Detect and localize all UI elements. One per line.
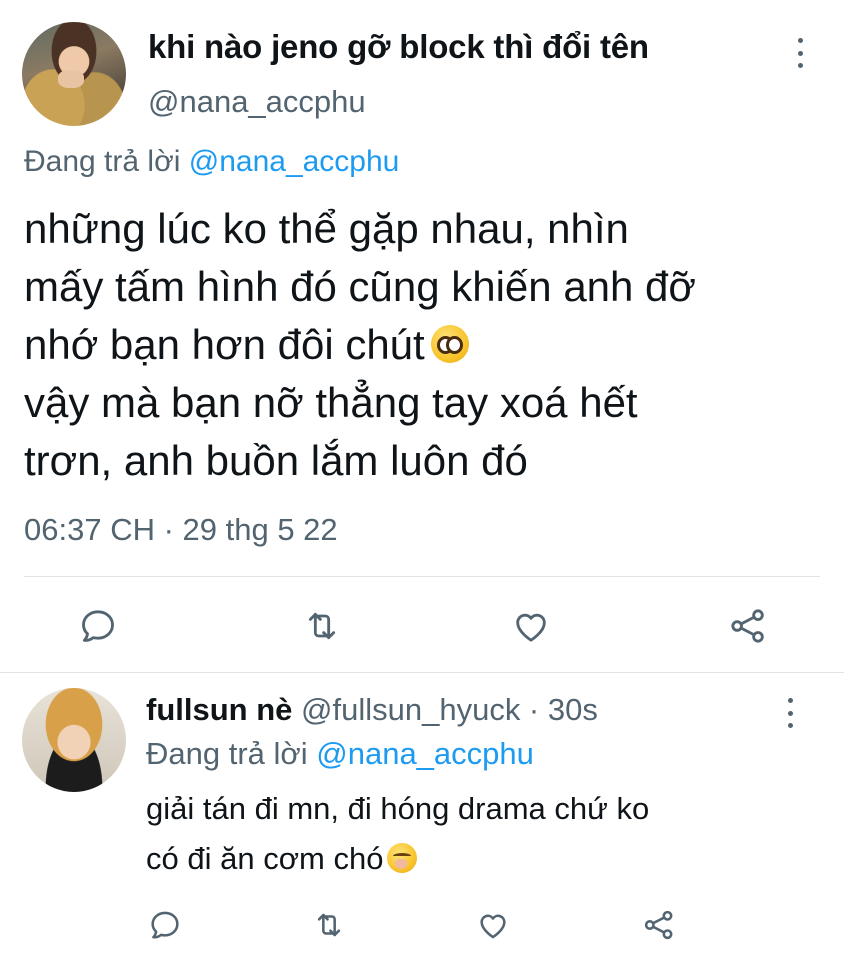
more-options-icon[interactable] [796, 38, 804, 68]
reply-icon[interactable] [78, 606, 118, 646]
author-name[interactable]: khi nào jeno gỡ block thì đổi tên [148, 28, 649, 66]
replying-to-label: Đang trả lời [24, 145, 181, 178]
replying-to-label: Đang trả lời [146, 736, 308, 771]
avatar[interactable] [22, 688, 126, 792]
pleading-face-icon [430, 324, 469, 363]
main-tweet: khi nào jeno gỡ block thì đổi tên @nana_… [0, 0, 844, 672]
tweet-text-line-with-emoji: nhớ bạn hơn đôi chút [24, 316, 824, 374]
retweet-icon[interactable] [302, 606, 342, 646]
tweet-thread: khi nào jeno gỡ block thì đổi tên @nana_… [0, 0, 844, 960]
replying-to-mention[interactable]: @nana_accphu [189, 145, 400, 178]
share-icon[interactable] [728, 606, 768, 646]
tweet-text-line: vậy mà bạn nỡ thẳng tay xoá hết [24, 379, 638, 426]
reply-text-line-with-emoji: có đi ăn cơm chó [146, 834, 826, 884]
like-icon[interactable] [511, 606, 551, 646]
reply-author-name[interactable]: fullsun nè [146, 692, 292, 727]
tweet-timestamp[interactable]: 06:37 CH · 29 thg 5 22 [24, 512, 338, 548]
tweet-text-line: những lúc ko thể gặp nhau, nhìn [24, 205, 629, 252]
reply-icon[interactable] [148, 908, 182, 942]
divider [0, 672, 844, 673]
more-options-icon[interactable] [786, 698, 794, 728]
share-icon[interactable] [642, 908, 676, 942]
reply-text-line: giải tán đi mn, đi hóng drama chứ ko [146, 791, 650, 826]
tweet-text-line: trơn, anh buồn lắm luôn đó [24, 437, 528, 484]
replying-to: Đang trả lời @nana_accphu [24, 145, 399, 179]
avatar-hand [58, 70, 84, 88]
reply-text: giải tán đi mn, đi hóng drama chứ ko có … [146, 784, 826, 884]
yawning-face-icon [387, 842, 418, 873]
like-icon[interactable] [476, 908, 510, 942]
retweet-icon[interactable] [312, 908, 346, 942]
replying-to: Đang trả lời @nana_accphu [146, 736, 534, 772]
avatar[interactable] [22, 22, 126, 126]
reply-text-line: có đi ăn cơm chó [146, 841, 384, 876]
replying-to-mention[interactable]: @nana_accphu [316, 736, 534, 771]
reply-author-meta[interactable]: @fullsun_hyuck · 30s [301, 692, 598, 727]
divider [24, 576, 820, 577]
tweet-text: những lúc ko thể gặp nhau, nhìn mấy tấm … [24, 200, 824, 490]
reply-actions [0, 904, 844, 944]
reply-header: fullsun nè @fullsun_hyuck · 30s [146, 692, 598, 728]
tweet-text-line: mấy tấm hình đó cũng khiến anh đỡ [24, 263, 696, 310]
tweet-actions [0, 600, 844, 652]
author-handle[interactable]: @nana_accphu [148, 84, 366, 120]
tweet-text-line: nhớ bạn hơn đôi chút [24, 321, 425, 368]
